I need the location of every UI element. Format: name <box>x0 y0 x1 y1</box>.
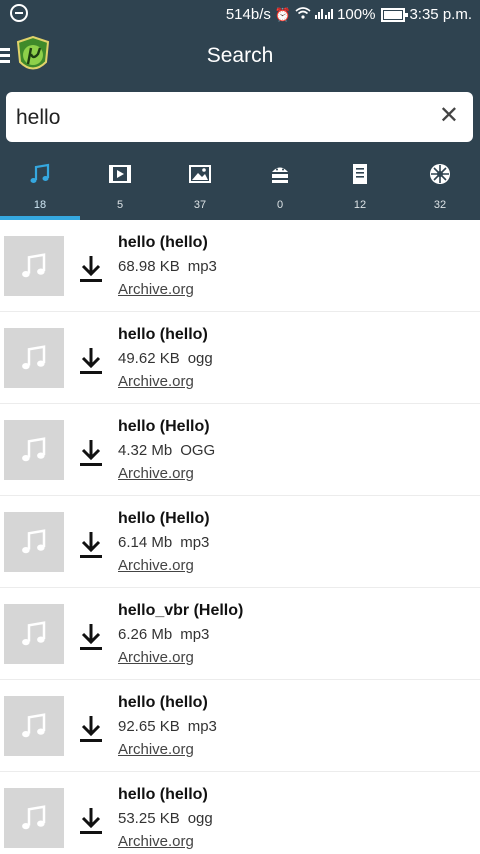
tab-torrents[interactable]: 32 <box>400 152 480 220</box>
download-icon[interactable] <box>78 622 104 652</box>
music-icon <box>22 345 46 370</box>
source-link[interactable]: Archive.org <box>118 649 194 666</box>
tab-apps[interactable]: 0 <box>240 152 320 220</box>
tab-audio[interactable]: 18 <box>0 152 80 220</box>
source-link[interactable]: Archive.org <box>118 833 194 850</box>
file-type: mp3 <box>187 258 217 275</box>
result-title: hello (hello) <box>118 326 208 343</box>
results-list: hello (hello) 68.98 KB mp3 Archive.org he… <box>0 220 480 854</box>
file-size: 53.25 KB <box>118 810 180 827</box>
list-item[interactable]: hello (hello) 68.98 KB mp3 Archive.org <box>0 220 480 312</box>
notification-icon <box>10 4 28 22</box>
source-link[interactable]: Archive.org <box>118 465 194 482</box>
source-link[interactable]: Archive.org <box>118 373 194 390</box>
clock: 3:35 p.m. <box>409 6 472 23</box>
wifi-icon <box>295 6 311 24</box>
source-link[interactable]: Archive.org <box>118 557 194 574</box>
music-icon <box>22 253 46 278</box>
result-title: hello (Hello) <box>118 510 210 527</box>
result-title: hello_vbr (Hello) <box>118 602 244 619</box>
close-icon[interactable]: ✕ <box>439 102 459 130</box>
file-type: mp3 <box>187 718 217 735</box>
list-item[interactable]: hello (Hello) 6.14 Mb mp3 Archive.org <box>0 496 480 588</box>
page-title: Search <box>206 44 274 67</box>
image-icon <box>189 165 211 183</box>
search-box: ✕ <box>6 92 473 144</box>
tab-images[interactable]: 37 <box>160 152 240 220</box>
download-icon[interactable] <box>78 806 104 836</box>
music-icon <box>22 713 46 738</box>
result-meta: 6.26 Mb mp3 <box>118 626 209 643</box>
result-meta: 49.62 KB ogg <box>118 350 213 367</box>
source-link[interactable]: Archive.org <box>118 741 194 758</box>
document-icon <box>353 164 367 184</box>
result-title: hello (Hello) <box>118 418 210 435</box>
audio-thumbnail <box>4 788 64 848</box>
music-icon <box>22 437 46 462</box>
download-icon[interactable] <box>78 254 104 284</box>
audio-thumbnail <box>4 236 64 296</box>
file-size: 6.26 Mb <box>118 626 173 643</box>
file-size: 68.98 KB <box>118 258 180 275</box>
tab-count: 32 <box>433 199 447 211</box>
video-icon <box>109 165 131 183</box>
file-type: OGG <box>180 442 216 459</box>
download-icon[interactable] <box>78 714 104 744</box>
file-size: 6.14 Mb <box>118 534 173 551</box>
android-icon <box>272 167 288 183</box>
file-size: 4.32 Mb <box>118 442 173 459</box>
battery-percent: 100% <box>337 6 376 23</box>
download-icon[interactable] <box>78 530 104 560</box>
signal-icon <box>315 6 334 24</box>
audio-thumbnail <box>4 696 64 756</box>
search-input[interactable] <box>14 92 428 144</box>
result-meta: 4.32 Mb OGG <box>118 442 215 459</box>
list-item[interactable]: hello (hello) 49.62 KB ogg Archive.org <box>0 312 480 404</box>
file-type: mp3 <box>180 626 210 643</box>
tab-documents[interactable]: 12 <box>320 152 400 220</box>
tab-count: 5 <box>116 199 124 211</box>
result-meta: 92.65 KB mp3 <box>118 718 217 735</box>
result-meta: 53.25 KB ogg <box>118 810 213 827</box>
torrent-icon <box>430 164 450 184</box>
result-title: hello (hello) <box>118 694 208 711</box>
list-item[interactable]: hello (hello) 92.65 KB mp3 Archive.org <box>0 680 480 772</box>
file-type: mp3 <box>180 534 210 551</box>
alarm-icon: ⏰ <box>274 7 292 22</box>
tab-video[interactable]: 5 <box>80 152 160 220</box>
file-size: 92.65 KB <box>118 718 180 735</box>
result-meta: 6.14 Mb mp3 <box>118 534 209 551</box>
download-icon[interactable] <box>78 346 104 376</box>
audio-thumbnail <box>4 512 64 572</box>
app-bar: Search <box>0 32 480 84</box>
result-title: hello (hello) <box>118 234 208 251</box>
list-item[interactable]: hello (Hello) 4.32 Mb OGG Archive.org <box>0 404 480 496</box>
file-type: ogg <box>187 350 213 367</box>
audio-thumbnail <box>4 328 64 388</box>
result-title: hello (hello) <box>118 786 208 803</box>
tab-count: 0 <box>276 199 284 211</box>
list-item[interactable]: hello_vbr (Hello) 6.26 Mb mp3 Archive.org <box>0 588 480 680</box>
tab-count: 12 <box>353 199 367 211</box>
tab-count: 18 <box>33 199 47 211</box>
music-icon <box>30 163 50 183</box>
music-icon <box>22 805 46 830</box>
audio-thumbnail <box>4 420 64 480</box>
music-icon <box>22 529 46 554</box>
result-meta: 68.98 KB mp3 <box>118 258 217 275</box>
filter-tabs: 18 5 37 0 12 32 <box>0 152 480 220</box>
download-icon[interactable] <box>78 438 104 468</box>
source-link[interactable]: Archive.org <box>118 281 194 298</box>
tab-count: 37 <box>193 199 207 211</box>
network-speed: 514b/s <box>225 6 271 23</box>
status-bar: 514b/s ⏰ 100% 3:35 p.m. <box>0 0 480 30</box>
music-icon <box>22 621 46 646</box>
file-size: 49.62 KB <box>118 350 180 367</box>
list-item[interactable]: hello (hello) 53.25 KB ogg Archive.org <box>0 772 480 854</box>
file-type: ogg <box>187 810 213 827</box>
audio-thumbnail <box>4 604 64 664</box>
battery-icon <box>381 8 409 22</box>
